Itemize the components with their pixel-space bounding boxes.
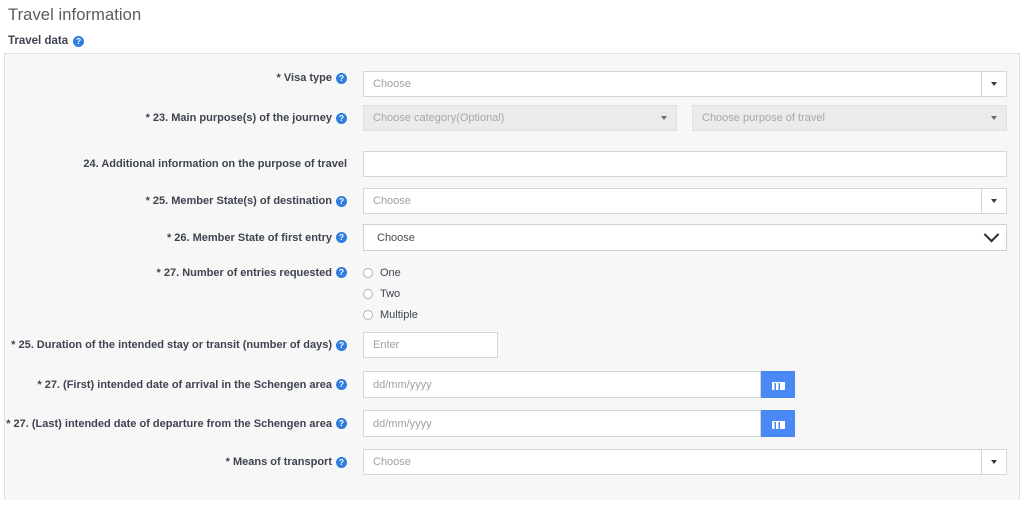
caret-down-icon bbox=[991, 82, 997, 86]
visa-type-input[interactable]: Choose bbox=[363, 71, 981, 97]
form-row-date-of-departure: * 27. (Last) intended date of departure … bbox=[5, 410, 1019, 449]
label-member-state-first-entry: * 26. Member State of first entry ? bbox=[5, 224, 347, 251]
date-of-departure-calendar-button[interactable] bbox=[761, 410, 795, 437]
radio-option-two[interactable]: Two bbox=[363, 283, 418, 304]
caret-down-icon bbox=[660, 116, 667, 120]
label-visa-type: * Visa type ? bbox=[5, 71, 347, 85]
form-row-date-of-arrival: * 27. (First) intended date of arrival i… bbox=[5, 371, 1019, 410]
form-row-number-of-entries: * 27. Number of entries requested ? One … bbox=[5, 262, 1019, 332]
member-state-first-entry-value: Choose bbox=[377, 231, 415, 244]
help-icon[interactable]: ? bbox=[336, 339, 347, 351]
label-date-of-departure: * 27. (Last) intended date of departure … bbox=[5, 410, 347, 437]
help-icon[interactable]: ? bbox=[336, 112, 347, 124]
number-of-entries-radio-group: One Two Multiple bbox=[363, 262, 418, 325]
field-number-of-entries: One Two Multiple bbox=[347, 262, 1019, 325]
label-text: * 26. Member State of first entry bbox=[166, 231, 332, 244]
date-of-arrival-calendar-button[interactable] bbox=[761, 371, 795, 398]
date-of-arrival-group: dd/mm/yyyy bbox=[363, 371, 795, 398]
member-states-destination-dropdown-button[interactable] bbox=[981, 188, 1007, 214]
caret-down-icon bbox=[990, 116, 997, 120]
label-text: * 25. Member State(s) of destination bbox=[145, 195, 332, 207]
label-duration-of-stay: * 25. Duration of the intended stay or t… bbox=[5, 332, 347, 358]
form-row-member-state-first-entry: * 26. Member State of first entry ? Choo… bbox=[5, 224, 1019, 262]
radio-label: Two bbox=[380, 287, 401, 300]
form-row-additional-information: 24. Additional information on the purpos… bbox=[5, 151, 1019, 188]
radio-button-icon[interactable] bbox=[363, 309, 373, 320]
help-icon[interactable]: ? bbox=[73, 35, 85, 47]
radio-button-icon[interactable] bbox=[363, 288, 373, 299]
chevron-down-icon bbox=[983, 226, 1000, 243]
field-visa-type: Choose bbox=[347, 71, 1019, 97]
visa-type-dropdown-button[interactable] bbox=[981, 71, 1007, 97]
help-icon[interactable]: ? bbox=[336, 267, 347, 278]
radio-label: Multiple bbox=[380, 308, 418, 321]
help-icon[interactable]: ? bbox=[336, 379, 347, 390]
page-title: Travel information bbox=[8, 6, 142, 24]
purpose-category-combo[interactable]: Choose category(Optional) bbox=[363, 105, 677, 131]
help-icon[interactable]: ? bbox=[336, 232, 347, 243]
radio-option-one[interactable]: One bbox=[363, 262, 418, 283]
field-member-state-first-entry: Choose bbox=[347, 224, 1019, 251]
calendar-icon bbox=[771, 418, 785, 429]
label-member-states-destination: * 25. Member State(s) of destination ? bbox=[5, 188, 347, 214]
field-date-of-arrival: dd/mm/yyyy bbox=[347, 371, 1019, 398]
section-label: Travel data bbox=[8, 35, 69, 47]
duration-of-stay-input[interactable]: Enter bbox=[363, 332, 498, 358]
label-means-of-transport: * Means of transport ? bbox=[5, 449, 347, 475]
radio-option-multiple[interactable]: Multiple bbox=[363, 304, 418, 325]
travel-data-panel: * Visa type ? Choose * 23. Main purpose(… bbox=[4, 53, 1020, 500]
label-additional-information: 24. Additional information on the purpos… bbox=[5, 151, 347, 177]
field-additional-information bbox=[347, 151, 1019, 177]
member-states-destination-input[interactable]: Choose bbox=[363, 188, 981, 214]
label-text: * 27. (First) intended date of arrival i… bbox=[37, 378, 332, 391]
field-member-states-destination: Choose bbox=[347, 188, 1019, 214]
help-icon[interactable]: ? bbox=[336, 418, 347, 429]
label-main-purpose: * 23. Main purpose(s) of the journey ? bbox=[5, 105, 347, 131]
help-icon[interactable]: ? bbox=[336, 195, 347, 207]
label-text: * 25. Duration of the intended stay or t… bbox=[11, 339, 332, 351]
help-icon[interactable]: ? bbox=[336, 72, 347, 84]
caret-down-icon bbox=[991, 199, 997, 203]
date-of-departure-group: dd/mm/yyyy bbox=[363, 410, 795, 437]
date-of-departure-input[interactable]: dd/mm/yyyy bbox=[363, 410, 761, 437]
form-row-duration-of-stay: * 25. Duration of the intended stay or t… bbox=[5, 332, 1019, 371]
form-row-main-purpose: * 23. Main purpose(s) of the journey ? C… bbox=[5, 105, 1019, 151]
additional-information-input[interactable] bbox=[363, 151, 1007, 177]
label-text: * Means of transport bbox=[225, 456, 332, 468]
radio-button-icon[interactable] bbox=[363, 267, 373, 278]
label-number-of-entries: * 27. Number of entries requested ? bbox=[5, 262, 347, 283]
visa-type-combo[interactable]: Choose bbox=[363, 71, 1007, 97]
label-text: * Visa type bbox=[276, 72, 332, 84]
label-date-of-arrival: * 27. (First) intended date of arrival i… bbox=[5, 371, 347, 398]
section-header: Travel data ? bbox=[0, 25, 1024, 53]
label-text: * 23. Main purpose(s) of the journey bbox=[145, 112, 332, 124]
purpose-of-travel-combo[interactable]: Choose purpose of travel bbox=[692, 105, 1007, 131]
radio-label: One bbox=[380, 266, 401, 279]
purpose-of-travel-input[interactable]: Choose purpose of travel bbox=[692, 105, 981, 131]
form-row-member-states-destination: * 25. Member State(s) of destination ? C… bbox=[5, 188, 1019, 224]
form-row-visa-type: * Visa type ? Choose bbox=[5, 71, 1019, 105]
label-text: * 27. (Last) intended date of departure … bbox=[6, 417, 332, 430]
means-of-transport-input[interactable]: Choose bbox=[363, 449, 981, 475]
label-text: * 27. Number of entries requested bbox=[156, 266, 332, 279]
field-date-of-departure: dd/mm/yyyy bbox=[347, 410, 1019, 437]
purpose-of-travel-dropdown-button[interactable] bbox=[981, 105, 1007, 131]
means-of-transport-combo[interactable]: Choose bbox=[363, 449, 1007, 475]
caret-down-icon bbox=[991, 460, 997, 464]
help-icon[interactable]: ? bbox=[336, 456, 347, 468]
calendar-icon bbox=[771, 379, 785, 390]
field-main-purpose: Choose category(Optional) Choose purpose… bbox=[347, 105, 1019, 131]
member-states-destination-combo[interactable]: Choose bbox=[363, 188, 1007, 214]
member-state-first-entry-select[interactable]: Choose bbox=[363, 224, 1007, 251]
label-text: 24. Additional information on the purpos… bbox=[83, 158, 347, 170]
purpose-category-dropdown-button[interactable] bbox=[651, 105, 677, 131]
field-duration-of-stay: Enter bbox=[347, 332, 1019, 358]
field-means-of-transport: Choose bbox=[347, 449, 1019, 475]
means-of-transport-dropdown-button[interactable] bbox=[981, 449, 1007, 475]
date-of-arrival-input[interactable]: dd/mm/yyyy bbox=[363, 371, 761, 398]
form-row-means-of-transport: * Means of transport ? Choose bbox=[5, 449, 1019, 483]
purpose-category-input[interactable]: Choose category(Optional) bbox=[363, 105, 651, 131]
